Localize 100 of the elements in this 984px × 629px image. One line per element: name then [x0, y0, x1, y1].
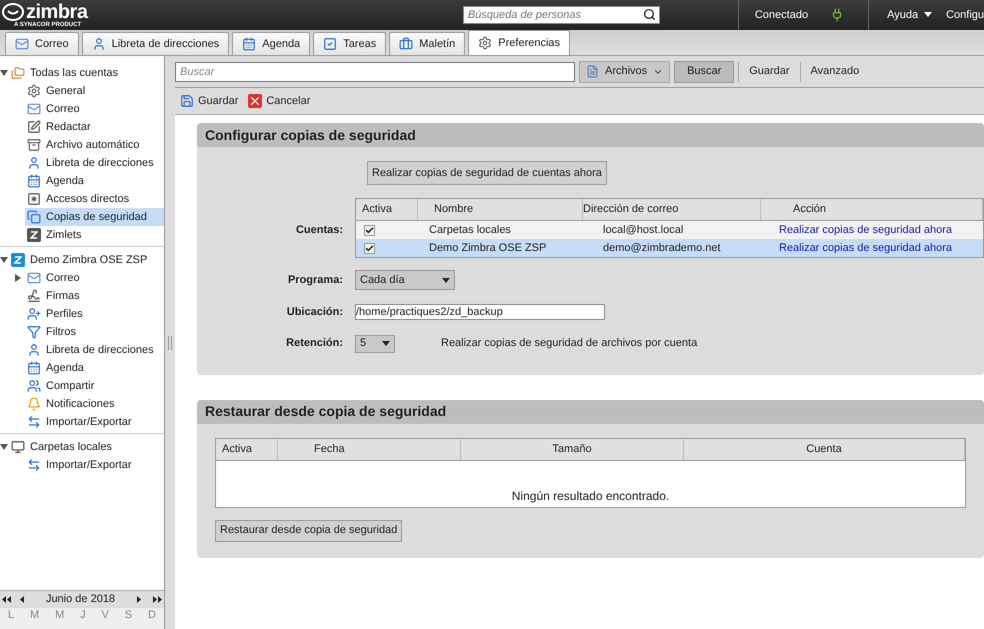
column-header[interactable]: Dirección de correo [583, 199, 761, 220]
table-cell-text: local@host.local [602, 222, 684, 238]
table-row[interactable]: Carpetas locales local@host.local Realizar copias de seguridad ahora [356, 221, 983, 239]
compose-icon [27, 120, 41, 134]
sidebar-item[interactable]: Redactar [25, 118, 164, 136]
sidebar-item[interactable]: General [25, 82, 164, 100]
collapse-arrow-icon[interactable] [0, 443, 8, 451]
z-icon [11, 253, 25, 267]
search-icon[interactable] [642, 8, 656, 21]
table-cell-text: Carpetas locales [428, 222, 512, 238]
collapse-arrow-icon[interactable] [0, 69, 8, 77]
sidebar-item[interactable]: Archivo automático [25, 136, 164, 154]
next-month-icon[interactable] [137, 596, 141, 603]
sidebar-item[interactable]: Libreta de direcciones [25, 154, 164, 172]
checkbox[interactable] [364, 224, 375, 236]
column-header[interactable]: Fecha [278, 438, 461, 460]
column-header[interactable]: Cuenta [684, 438, 965, 460]
sidebar-item[interactable]: Filtros [25, 323, 164, 341]
sidebar-item[interactable]: Firmas [25, 287, 164, 305]
column-header[interactable]: Activa [216, 438, 278, 460]
app-tab[interactable]: Agenda [232, 32, 310, 55]
arrows-icon [27, 415, 41, 429]
sidebar-item[interactable]: Correo [25, 100, 164, 118]
field-label: Cuentas: [294, 223, 344, 238]
backup-now-link[interactable]: Realizar copias de seguridad ahora [761, 240, 983, 256]
file-icon [586, 65, 599, 78]
schedule-dropdown[interactable]: Cada día [355, 270, 455, 290]
sidebar-item[interactable]: Agenda [25, 359, 164, 377]
weekday-label: L [8, 608, 14, 624]
calendar-icon [242, 37, 256, 51]
checkbox-icon [323, 37, 338, 51]
settings-icon [478, 36, 492, 50]
account-item[interactable]: Todas las cuentas [11, 64, 118, 82]
weekday-label: S [124, 608, 132, 624]
person-icon [27, 156, 41, 170]
restore-button[interactable]: Restaurar desde copia de seguridad [215, 520, 402, 542]
table-cell-text: Demo Zimbra OSE ZSP [428, 240, 548, 256]
logo-icon [2, 3, 24, 21]
retention-dropdown[interactable]: 5 [355, 334, 395, 352]
mail-icon [15, 37, 29, 51]
arrows-icon [27, 458, 41, 472]
sidebar-item[interactable]: Perfiles [25, 305, 164, 323]
previous-year-icon[interactable] [2, 596, 11, 603]
table-cell-text: demo@zimbrademo.net [602, 240, 722, 256]
account-item[interactable]: Carpetas locales [11, 438, 112, 456]
sidebar-item[interactable]: Importar/Exportar [25, 456, 164, 474]
expand-arrow-icon[interactable] [14, 274, 22, 282]
cancel-button[interactable]: Cancelar [248, 92, 310, 110]
search-field[interactable]: Buscar [175, 62, 575, 82]
person-icon [92, 37, 106, 51]
weekday-label: D [148, 608, 156, 624]
sidebar-item[interactable]: Libreta de direcciones [25, 341, 164, 359]
backup-now-link[interactable]: Realizar copias de seguridad ahora [761, 222, 983, 238]
search-button[interactable]: Buscar [674, 60, 734, 82]
account-item[interactable]: Demo Zimbra OSE ZSP [11, 252, 148, 268]
app-tab[interactable]: Libreta de direcciones [82, 32, 230, 55]
sidebar-item[interactable]: Copias de seguridad [25, 208, 164, 226]
sidebar-item[interactable]: Correo [25, 269, 164, 287]
computer-icon [11, 440, 25, 454]
collapse-arrow-icon[interactable] [0, 256, 8, 264]
advanced-button[interactable]: Avanzado [804, 63, 866, 80]
app-tab[interactable]: Maletín [389, 32, 466, 55]
logo-text: zimbra [26, 2, 88, 22]
weekday-label: J [80, 608, 86, 624]
caret-icon [924, 12, 932, 18]
column-header[interactable]: Acción [761, 199, 983, 220]
column-header[interactable]: Activa [356, 199, 418, 220]
people-search-field[interactable]: Búsqueda de personas [462, 6, 660, 24]
briefcase-icon [399, 37, 414, 51]
save-search-button[interactable]: Guardar [743, 63, 796, 80]
sidebar-item[interactable]: Zimlets [25, 226, 164, 244]
backup-now-button[interactable]: Realizar copias de seguridad de cuentas ahora [367, 161, 607, 185]
app-tab[interactable]: Tareas [313, 32, 386, 55]
app-tab[interactable]: Correo [5, 32, 79, 55]
settings-menu[interactable]: Configu [946, 6, 984, 24]
sidebar-item[interactable]: Compartir [25, 377, 164, 395]
mail-icon [27, 102, 41, 116]
help-menu[interactable]: Ayuda [887, 6, 932, 24]
save-icon [180, 94, 194, 108]
sidebar-item[interactable]: Accesos directos [25, 190, 164, 208]
sidebar-item[interactable]: Importar/Exportar [25, 413, 164, 431]
previous-month-icon[interactable] [20, 596, 24, 603]
archive-icon [27, 138, 41, 152]
save-button[interactable]: Guardar [180, 92, 238, 110]
location-field[interactable]: /home/practiques2/zd_backup [355, 304, 605, 320]
splitter-handle[interactable] [168, 336, 172, 350]
column-header[interactable]: Tamaño [461, 438, 684, 460]
column-header[interactable]: Nombre [418, 199, 583, 220]
field-label: Ubicación: [286, 305, 344, 320]
close-icon [248, 94, 262, 108]
person-icon [27, 343, 41, 357]
status-text: Conectado [754, 8, 808, 23]
sidebar-item[interactable]: Notificaciones [25, 395, 164, 413]
sidebar-item[interactable]: Agenda [25, 172, 164, 190]
scope-dropdown[interactable]: Archivos [579, 60, 670, 82]
table-row[interactable]: Demo Zimbra OSE ZSP demo@zimbrademo.net Realizar copias de seguridad ahora [356, 239, 983, 257]
checkbox[interactable] [364, 242, 375, 254]
weekday-label: M [30, 608, 40, 624]
next-year-icon[interactable] [153, 596, 162, 603]
app-tab[interactable]: Preferencias [468, 30, 570, 55]
